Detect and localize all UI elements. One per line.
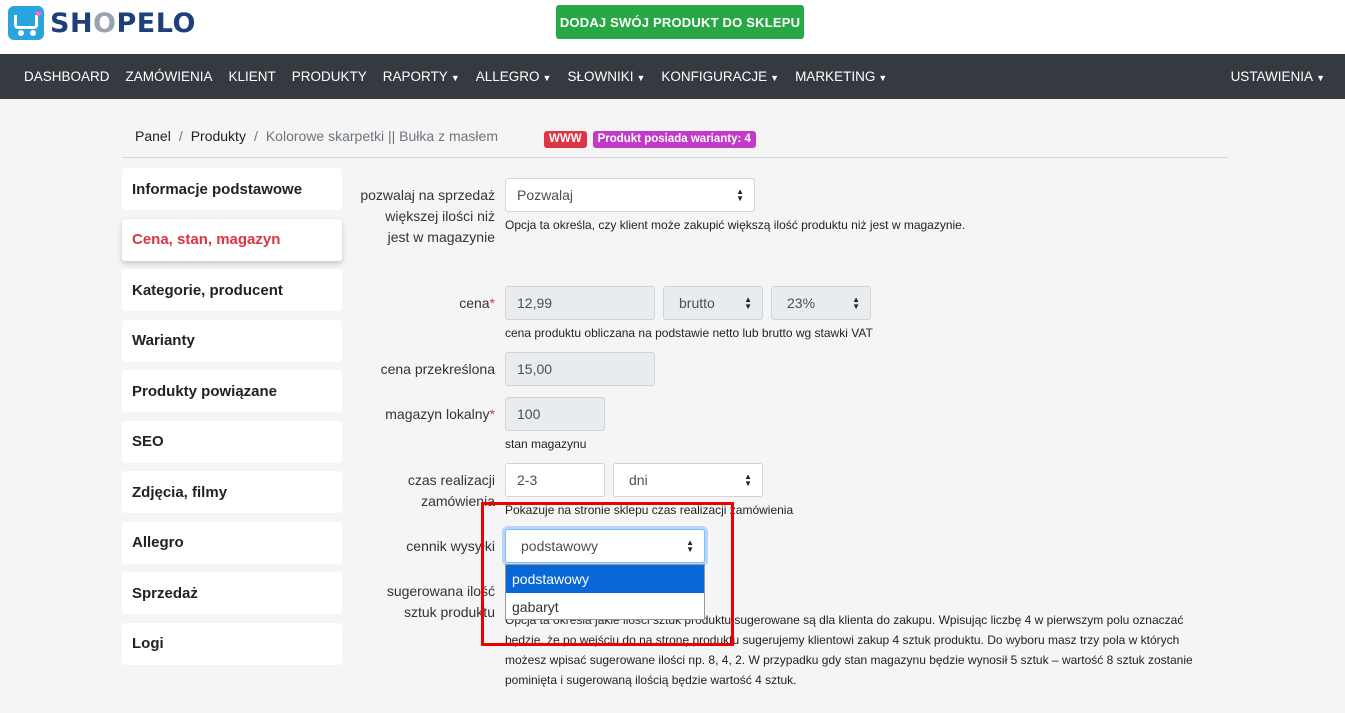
select-arrows-icon: ▲ ▼ — [744, 295, 752, 311]
top-header: ♥ SHOPELO DODAJ SWÓJ PRODUKT DO SKLEPU — [0, 0, 1345, 54]
caret-down-icon: ▼ — [542, 73, 552, 83]
sidebar-item[interactable]: Sprzedaż — [122, 572, 342, 614]
price-help: cena produktu obliczana na podstawie net… — [505, 326, 873, 340]
caret-down-icon: ▼ — [770, 73, 780, 83]
caret-down-icon: ▼ — [878, 73, 888, 83]
allow-oversell-label: pozwalaj na sprzedaż większej ilości niż… — [360, 187, 495, 245]
breadcrumb-panel[interactable]: Panel — [122, 128, 171, 144]
sidebar-item[interactable]: Logi — [122, 622, 342, 665]
strikethrough-price-input[interactable]: 15,00 — [505, 352, 655, 386]
suggested-qty-label: sugerowana ilość sztuk produktu — [386, 583, 495, 620]
www-badge: WWW — [543, 131, 587, 148]
nav-item-allegro[interactable]: ALLEGRO ▼ — [468, 69, 560, 84]
nav-item-produkty[interactable]: PRODUKTY — [284, 69, 375, 84]
nav-item-słowniki[interactable]: SŁOWNIKI ▼ — [559, 69, 653, 84]
select-arrows-icon: ▲ ▼ — [852, 295, 860, 311]
sidebar-item[interactable]: Informacje podstawowe — [122, 168, 342, 210]
highlight-box — [481, 502, 734, 646]
main-navbar: DASHBOARD ZAMÓWIENIA KLIENT PRODUKTY RAPORTY… — [0, 54, 1345, 99]
local-stock-input[interactable]: 100 — [505, 397, 605, 431]
select-arrows-icon: ▲ ▼ — [736, 187, 744, 203]
sidebar-item[interactable]: Cena, stan, magazyn — [122, 218, 342, 261]
product-section-sidebar: Informacje podstawowe Cena, stan, magazyn… — [122, 168, 342, 673]
caret-down-icon: ▼ — [1316, 73, 1325, 83]
sidebar-item[interactable]: Kategorie, producent — [122, 269, 342, 311]
cart-logo-icon: ♥ — [8, 6, 44, 40]
sidebar-item[interactable]: Warianty — [122, 319, 342, 362]
nav-item-marketing[interactable]: MARKETING ▼ — [787, 69, 895, 84]
caret-down-icon: ▼ — [450, 73, 460, 83]
nav-item-settings[interactable]: USTAWIENIA ▼ — [1223, 69, 1333, 84]
price-type-select[interactable]: brutto ▲ ▼ — [663, 286, 763, 320]
lead-time-unit-select[interactable]: dni ▲ ▼ — [613, 463, 763, 497]
lead-time-label: czas realizacji zamówienia — [407, 472, 495, 509]
nav-item-raporty[interactable]: RAPORTY ▼ — [375, 69, 468, 84]
local-stock-label: magazyn lokalny* — [385, 406, 495, 422]
caret-down-icon: ▼ — [636, 73, 646, 83]
vat-select[interactable]: 23% ▲ ▼ — [771, 286, 871, 320]
nav-item-zamówienia[interactable]: ZAMÓWIENIA — [118, 69, 221, 84]
logo-text: SHOPELO — [50, 7, 196, 39]
shipping-pricelist-label: cennik wysyłki — [406, 538, 495, 554]
add-product-button[interactable]: DODAJ SWÓJ PRODUKT DO SKLEPU — [556, 5, 804, 39]
nav-item-klient[interactable]: KLIENT — [221, 69, 284, 84]
local-stock-help: stan magazynu — [505, 437, 587, 451]
allow-oversell-select[interactable]: Pozwalaj ▲ ▼ — [505, 178, 755, 212]
breadcrumb-current: Kolorowe skarpetki || Bułka z masłem — [265, 128, 498, 144]
allow-oversell-value: Pozwalaj — [517, 187, 574, 203]
lead-time-input[interactable]: 2-3 — [505, 463, 605, 497]
price-label: cena* — [459, 295, 495, 311]
shopelo-logo[interactable]: ♥ SHOPELO — [8, 5, 196, 41]
select-arrows-icon: ▲ ▼ — [744, 472, 752, 488]
sidebar-item[interactable]: SEO — [122, 420, 342, 463]
variants-badge: Produkt posiada warianty: 4 — [592, 131, 756, 148]
sidebar-item[interactable]: Produkty powiązane — [122, 370, 342, 412]
breadcrumb: Panel / Produkty / Kolorowe skarpetki ||… — [122, 128, 1228, 158]
sidebar-item[interactable]: Zdjęcia, filmy — [122, 471, 342, 513]
sidebar-item[interactable]: Allegro — [122, 521, 342, 564]
nav-menu: DASHBOARD ZAMÓWIENIA KLIENT PRODUKTY RAPORTY… — [16, 54, 895, 99]
price-input[interactable]: 12,99 — [505, 286, 655, 320]
allow-oversell-help: Opcja ta określa, czy klient może zakupi… — [505, 218, 966, 232]
breadcrumb-separator: / — [178, 128, 183, 144]
nav-item-konfiguracje[interactable]: KONFIGURACJE ▼ — [653, 69, 787, 84]
breadcrumb-separator: / — [253, 128, 258, 144]
nav-item-dashboard[interactable]: DASHBOARD — [16, 69, 118, 84]
strikethrough-price-label: cena przekreślona — [380, 361, 495, 377]
breadcrumb-products[interactable]: Produkty — [183, 128, 246, 144]
